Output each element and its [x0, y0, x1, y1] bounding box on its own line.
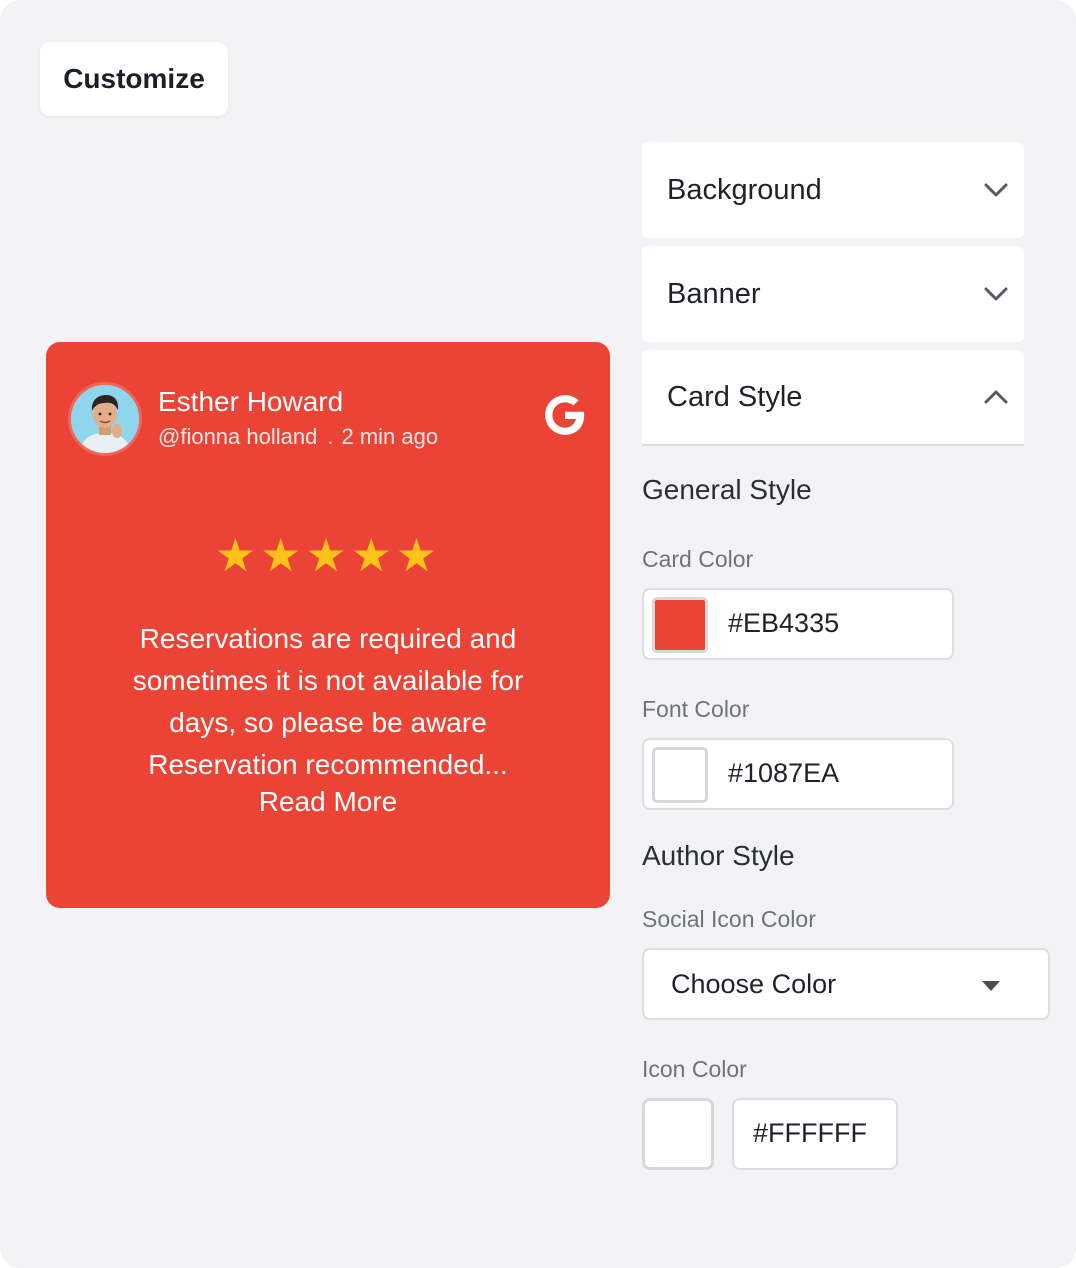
font-color-swatch[interactable] [652, 747, 708, 803]
icon-color-input[interactable]: #FFFFFF [732, 1098, 898, 1170]
review-text: Reservations are required and sometimes … [132, 623, 524, 780]
review-time: 2 min ago [341, 424, 439, 449]
author-meta: @fionna holland. 2 min ago [158, 424, 438, 450]
customize-canvas: Customize Esther Howard @fionna holland.… [0, 0, 1076, 1268]
panel-background[interactable]: Background [642, 142, 1024, 238]
social-icon-color-value: Choose Color [671, 969, 837, 999]
panel-card-style[interactable]: Card Style [642, 350, 1024, 446]
avatar [68, 382, 142, 456]
meta-separator: . [327, 424, 334, 449]
font-color-value: #1087EA [728, 758, 840, 788]
star-rating: ★★★★★ [214, 529, 442, 581]
card-color-label: Card Color [642, 546, 754, 572]
panel-background-label: Background [667, 173, 822, 206]
font-color-field[interactable]: #1087EA [642, 738, 954, 810]
chevron-up-icon [984, 390, 1008, 404]
author-style-title: Author Style [642, 840, 795, 871]
card-color-swatch[interactable] [652, 597, 708, 653]
customize-button[interactable]: Customize [40, 42, 228, 116]
social-icon-color-label: Social Icon Color [642, 906, 816, 932]
author-name: Esther Howard [158, 386, 344, 417]
author-handle: @fionna holland [158, 424, 318, 449]
social-icon-color-select[interactable]: Choose Color [642, 948, 1050, 1020]
review-card-preview: Esther Howard @fionna holland. 2 min ago … [46, 342, 610, 908]
card-color-value: #EB4335 [728, 608, 840, 638]
chevron-down-icon [984, 183, 1008, 197]
panel-banner[interactable]: Banner [642, 246, 1024, 342]
panel-card-style-label: Card Style [667, 380, 803, 413]
card-color-field[interactable]: #EB4335 [642, 588, 954, 660]
panel-banner-label: Banner [667, 277, 761, 310]
icon-color-swatch[interactable] [642, 1098, 714, 1170]
icon-color-label: Icon Color [642, 1056, 747, 1082]
caret-down-icon [982, 981, 1000, 991]
chevron-down-icon [984, 287, 1008, 301]
avatar-photo [71, 385, 139, 453]
general-style-title: General Style [642, 474, 812, 505]
read-more-link[interactable]: Read More [46, 786, 610, 818]
google-icon [545, 395, 585, 435]
font-color-label: Font Color [642, 696, 750, 722]
